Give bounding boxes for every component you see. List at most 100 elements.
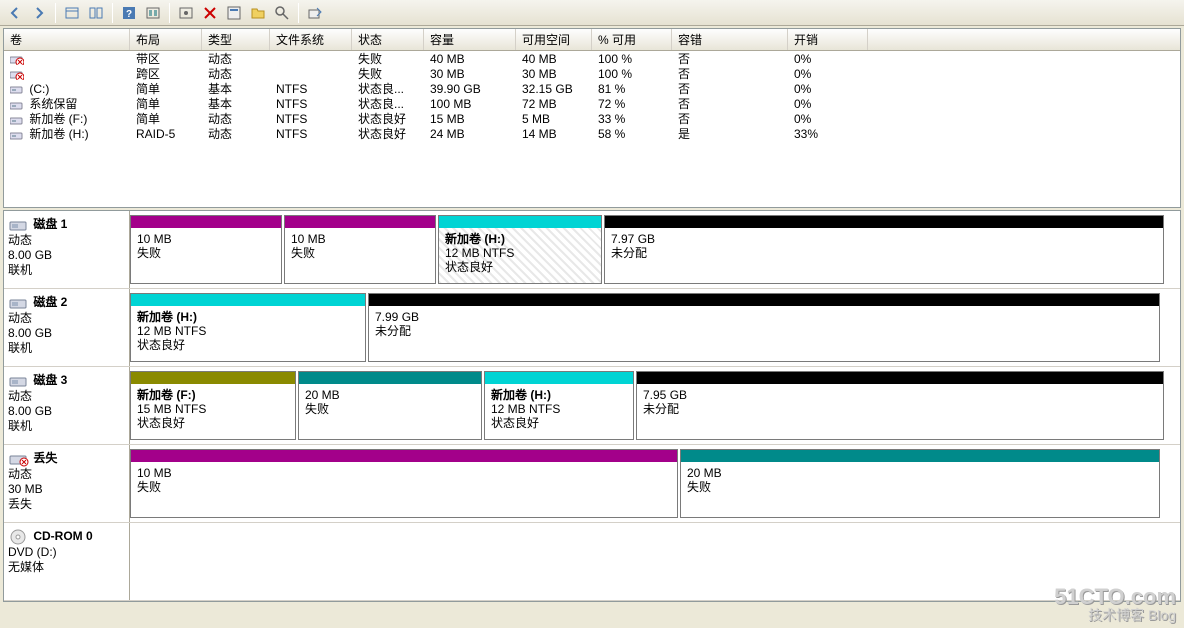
partition-color-bar <box>637 372 1163 384</box>
toolbar-separator <box>55 3 56 23</box>
partition-color-bar <box>131 216 281 228</box>
cell-layout: 简单 <box>130 110 202 127</box>
column-header-free[interactable]: 可用空间 <box>516 29 592 50</box>
cell-fs: NTFS <box>270 97 352 111</box>
disk-info[interactable]: 磁盘 1动态8.00 GB联机 <box>4 211 130 288</box>
partition[interactable]: 新加卷 (F:)15 MB NTFS状态良好 <box>130 371 296 440</box>
partition[interactable]: 20 MB失败 <box>680 449 1160 518</box>
column-header-cap[interactable]: 容量 <box>424 29 516 50</box>
column-header-ft[interactable]: 容错 <box>672 29 788 50</box>
help-icon[interactable]: ? <box>118 2 140 24</box>
partition-body: 7.99 GB未分配 <box>369 306 1159 361</box>
back-icon[interactable] <box>4 2 26 24</box>
disk-map: 新加卷 (F:)15 MB NTFS状态良好20 MB失败新加卷 (H:)12 … <box>130 367 1180 444</box>
column-header-status[interactable]: 状态 <box>352 29 424 50</box>
disk-map: 10 MB失败20 MB失败 <box>130 445 1180 522</box>
partition-body: 新加卷 (H:)12 MB NTFS状态良好 <box>131 306 365 361</box>
partition[interactable]: 7.95 GB未分配 <box>636 371 1164 440</box>
partition[interactable]: 10 MB失败 <box>130 215 282 284</box>
partition-color-bar <box>369 294 1159 306</box>
refresh2-icon[interactable] <box>142 2 164 24</box>
partition[interactable]: 新加卷 (H:)12 MB NTFS状态良好 <box>484 371 634 440</box>
partition-color-bar <box>439 216 601 228</box>
volume-row[interactable]: 系统保留简单基本NTFS状态良...100 MB72 MB72 %否0% <box>4 96 1180 111</box>
refresh-icon[interactable] <box>85 2 107 24</box>
toolbar: ? <box>0 0 1184 26</box>
refresh-pane-icon[interactable] <box>61 2 83 24</box>
partition[interactable]: 7.97 GB未分配 <box>604 215 1164 284</box>
disk-info[interactable]: CD-ROM 0DVD (D:)无媒体 <box>4 523 130 600</box>
cell-oh: 0% <box>788 112 868 126</box>
cell-cap: 24 MB <box>424 127 516 141</box>
cell-ft: 是 <box>672 125 788 142</box>
disk-info[interactable]: 磁盘 2动态8.00 GB联机 <box>4 289 130 366</box>
cell-free: 32.15 GB <box>516 82 592 96</box>
partition[interactable]: 7.99 GB未分配 <box>368 293 1160 362</box>
cell-oh: 0% <box>788 67 868 81</box>
disk-map <box>130 523 1180 600</box>
column-header-fs[interactable]: 文件系统 <box>270 29 352 50</box>
cell-vol <box>4 52 130 66</box>
cell-pct: 100 % <box>592 67 672 81</box>
delete-x-icon[interactable] <box>199 2 221 24</box>
cell-free: 72 MB <box>516 97 592 111</box>
toolbar-separator <box>298 3 299 23</box>
export-icon[interactable] <box>304 2 326 24</box>
column-header-pct[interactable]: % 可用 <box>592 29 672 50</box>
disk-row: 磁盘 1动态8.00 GB联机10 MB失败10 MB失败新加卷 (H:)12 … <box>4 211 1180 289</box>
partition[interactable]: 10 MB失败 <box>130 449 678 518</box>
disk-info[interactable]: 丢失动态30 MB丢失 <box>4 445 130 522</box>
cell-pct: 100 % <box>592 52 672 66</box>
volume-list-body: 带区动态失败40 MB40 MB100 %否0% 跨区动态失败30 MB30 M… <box>4 51 1180 141</box>
partition-body: 新加卷 (H:)12 MB NTFS状态良好 <box>485 384 633 439</box>
cell-cap: 40 MB <box>424 52 516 66</box>
cell-pct: 72 % <box>592 97 672 111</box>
column-header-oh[interactable]: 开销 <box>788 29 868 50</box>
column-header-vol[interactable]: 卷 <box>4 29 130 50</box>
disk-row: 丢失动态30 MB丢失10 MB失败20 MB失败 <box>4 445 1180 523</box>
partition[interactable]: 新加卷 (H:)12 MB NTFS状态良好 <box>438 215 602 284</box>
volume-row[interactable]: (C:)简单基本NTFS状态良...39.90 GB32.15 GB81 %否0… <box>4 81 1180 96</box>
folder-icon[interactable] <box>247 2 269 24</box>
partition[interactable]: 10 MB失败 <box>284 215 436 284</box>
column-header-layout[interactable]: 布局 <box>130 29 202 50</box>
disk-row: CD-ROM 0DVD (D:)无媒体 <box>4 523 1180 601</box>
cell-oh: 0% <box>788 97 868 111</box>
watermark-sub: 技术博客 Blog <box>1054 608 1176 622</box>
disk-graphical-pane: 磁盘 1动态8.00 GB联机10 MB失败10 MB失败新加卷 (H:)12 … <box>3 210 1181 602</box>
cell-free: 14 MB <box>516 127 592 141</box>
properties-icon[interactable] <box>223 2 245 24</box>
volume-row[interactable]: 跨区动态失败30 MB30 MB100 %否0% <box>4 66 1180 81</box>
disk-info[interactable]: 磁盘 3动态8.00 GB联机 <box>4 367 130 444</box>
cell-vol: 新加卷 (H:) <box>4 125 130 142</box>
partition-color-bar <box>285 216 435 228</box>
volume-row[interactable]: 新加卷 (F:)简单动态NTFS状态良好15 MB5 MB33 %否0% <box>4 111 1180 126</box>
cell-pct: 81 % <box>592 82 672 96</box>
partition-body: 10 MB失败 <box>131 462 677 517</box>
cell-cap: 30 MB <box>424 67 516 81</box>
partition[interactable]: 新加卷 (H:)12 MB NTFS状态良好 <box>130 293 366 362</box>
partition-color-bar <box>131 294 365 306</box>
partition-color-bar <box>485 372 633 384</box>
cell-pct: 58 % <box>592 127 672 141</box>
toolbar-separator <box>112 3 113 23</box>
cell-oh: 33% <box>788 127 868 141</box>
settings-icon[interactable] <box>175 2 197 24</box>
cell-pct: 33 % <box>592 112 672 126</box>
svg-text:?: ? <box>126 9 132 20</box>
toolbar-separator <box>169 3 170 23</box>
disk-map: 新加卷 (H:)12 MB NTFS状态良好7.99 GB未分配 <box>130 289 1180 366</box>
cell-oh: 0% <box>788 82 868 96</box>
partition[interactable]: 20 MB失败 <box>298 371 482 440</box>
partition-color-bar <box>131 372 295 384</box>
cell-fs: NTFS <box>270 112 352 126</box>
partition-body: 新加卷 (F:)15 MB NTFS状态良好 <box>131 384 295 439</box>
forward-icon[interactable] <box>28 2 50 24</box>
volume-row[interactable]: 带区动态失败40 MB40 MB100 %否0% <box>4 51 1180 66</box>
volume-row[interactable]: 新加卷 (H:)RAID-5动态NTFS状态良好24 MB14 MB58 %是3… <box>4 126 1180 141</box>
search-icon[interactable] <box>271 2 293 24</box>
partition-body: 7.97 GB未分配 <box>605 228 1163 283</box>
cell-cap: 39.90 GB <box>424 82 516 96</box>
cell-cap: 15 MB <box>424 112 516 126</box>
column-header-type[interactable]: 类型 <box>202 29 270 50</box>
